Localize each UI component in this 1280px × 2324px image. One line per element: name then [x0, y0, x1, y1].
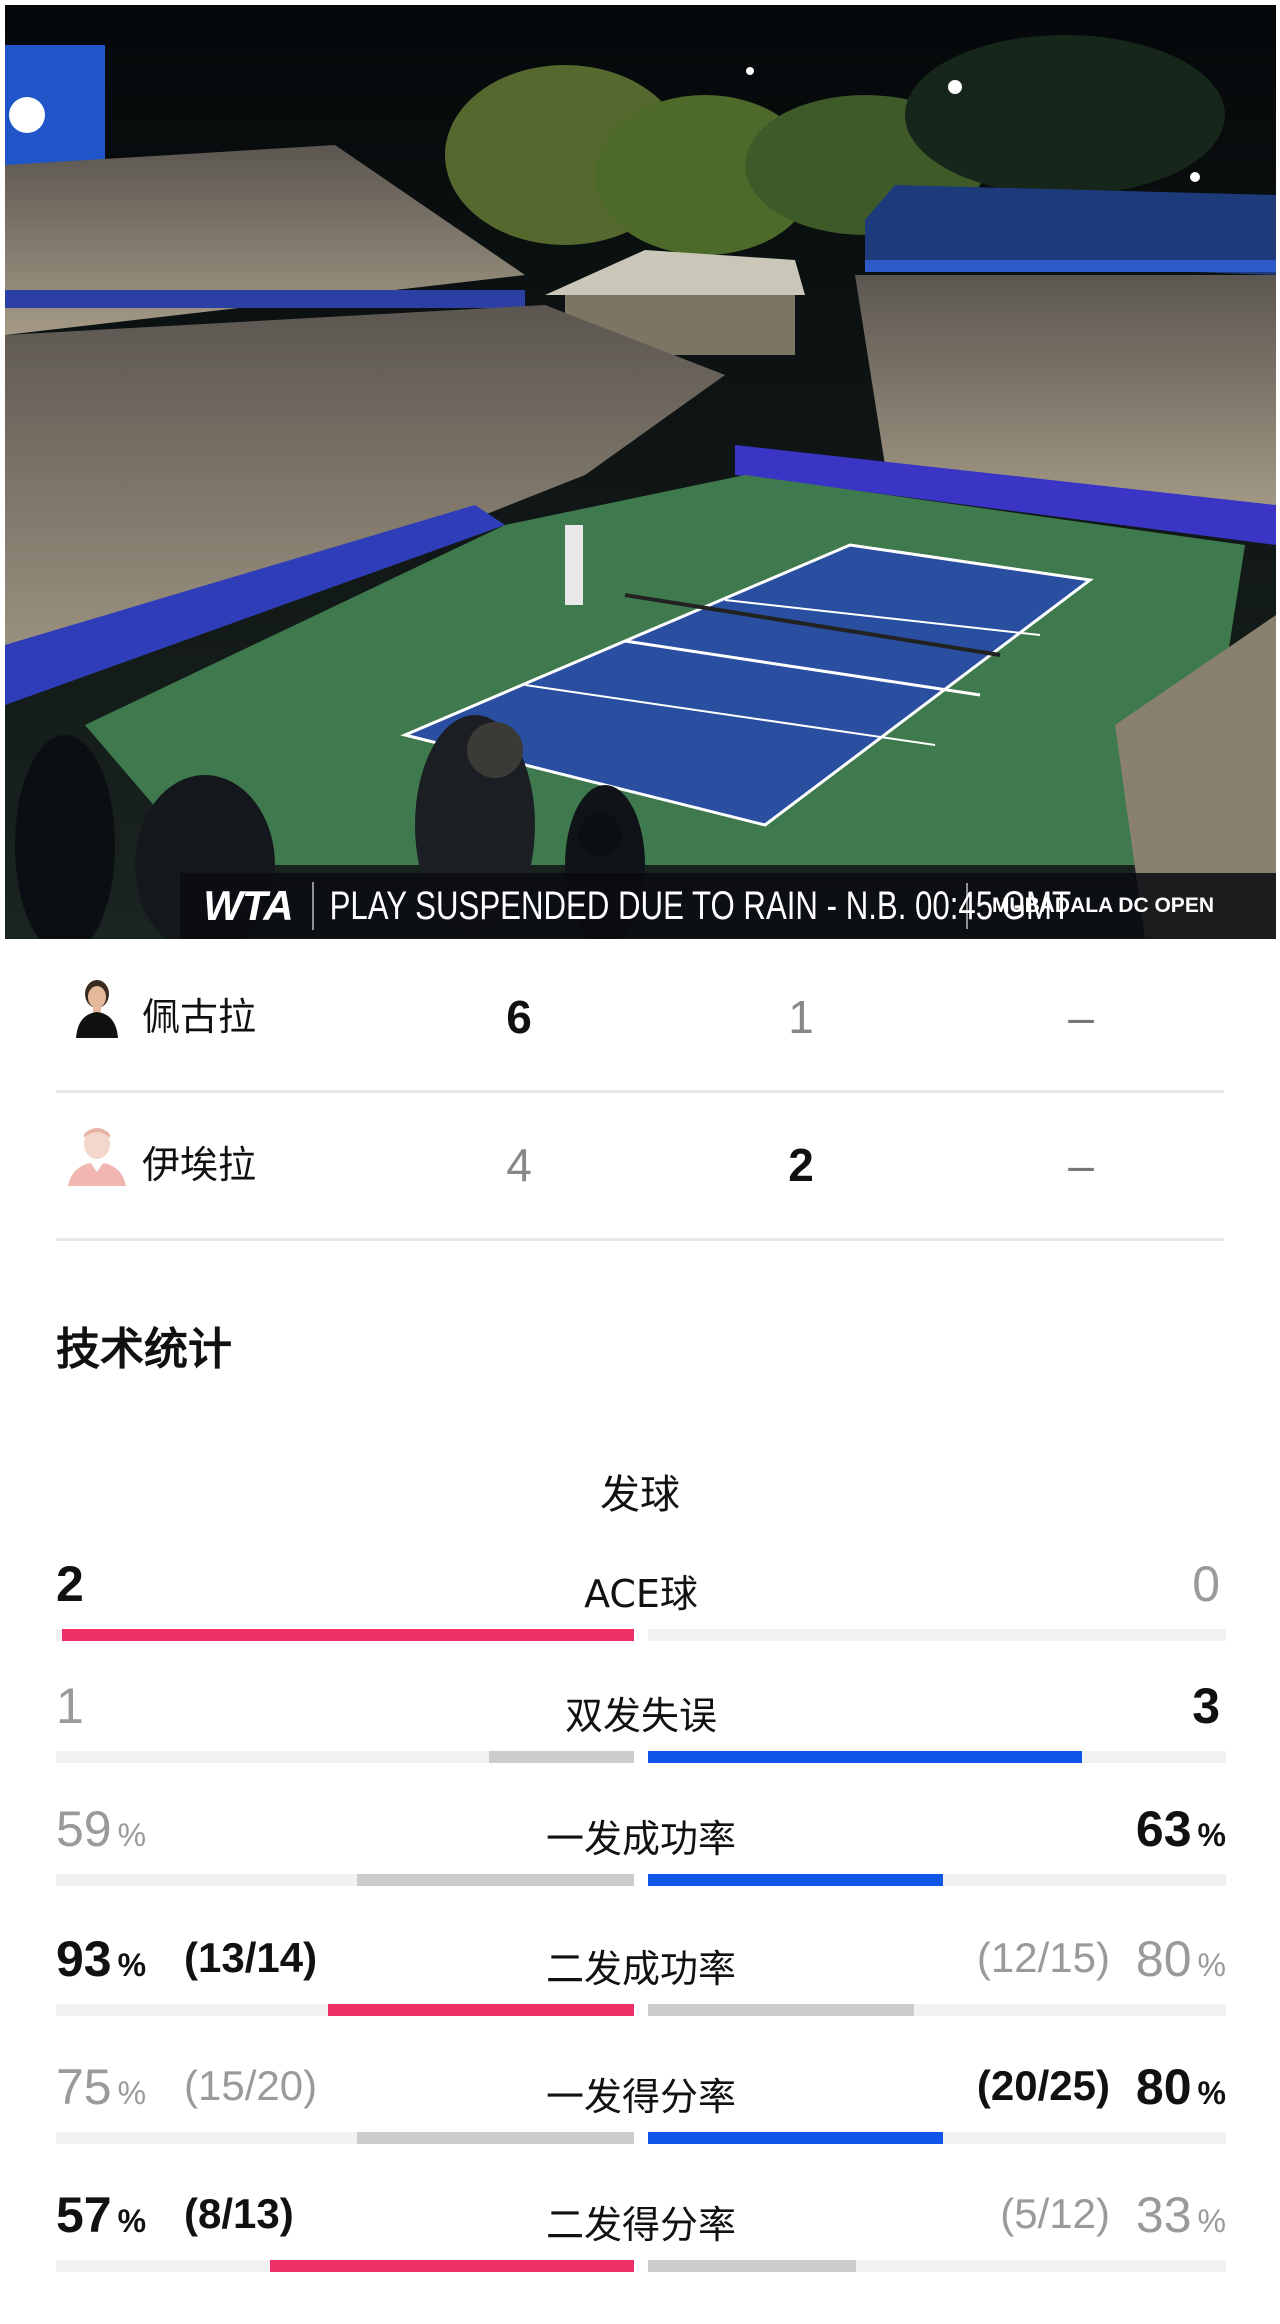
right-bar-track	[648, 2132, 1226, 2144]
right-percent-sign: %	[1197, 2203, 1226, 2239]
stat-row: 59% 一发成功率 63%	[56, 1800, 1226, 1900]
set-1-score: 6	[506, 991, 532, 1043]
right-bar-fill	[648, 2132, 943, 2144]
left-bar-track	[56, 2132, 634, 2144]
player-photo-icon	[64, 972, 130, 1038]
set-2-score: 1	[788, 991, 814, 1043]
right-percent-sign: %	[1197, 1817, 1226, 1853]
right-number: 80	[1135, 2059, 1192, 2115]
wta-logo: WTA	[198, 882, 314, 930]
left-bar-fill	[270, 2260, 634, 2272]
right-value: 0	[1192, 1555, 1226, 1613]
right-value: 80%	[1136, 2058, 1226, 2116]
stat-row: 1 双发失误 3	[56, 1677, 1226, 1777]
stat-row: 75% (15/20) 一发得分率 (20/25) 80%	[56, 2058, 1226, 2158]
left-bar-fill	[357, 2132, 634, 2144]
set-2-score: 2	[788, 1139, 814, 1191]
stat-row: 57% (8/13) 二发得分率 (5/12) 33%	[56, 2186, 1226, 2286]
left-bar-track	[56, 2004, 634, 2016]
left-bar-track	[56, 1874, 634, 1886]
stat-row: 93% (13/14) 二发成功率 (12/15) 80%	[56, 1930, 1226, 2030]
stat-row: 2 ACE球 0	[56, 1555, 1226, 1655]
tournament-name: MUBADALA DC OPEN	[965, 883, 1214, 929]
stat-label: 一发成功率	[545, 1817, 736, 1861]
right-bar-track	[648, 1751, 1226, 1763]
left-bar-track	[56, 2260, 634, 2272]
right-bar-fill	[648, 2260, 856, 2272]
player-placeholder-icon	[64, 1120, 130, 1186]
set-3-score: –	[1068, 991, 1094, 1043]
right-value: 3	[1192, 1677, 1226, 1735]
score-row-player-1[interactable]: 佩古拉 6 1 –	[56, 942, 1224, 1093]
right-fraction: (12/15)	[976, 1934, 1110, 1981]
right-bar-track	[648, 1629, 1226, 1641]
score-row-player-2[interactable]: 伊埃拉 4 2 –	[56, 1090, 1224, 1241]
right-value: 33%	[1136, 2186, 1226, 2244]
left-bar-fill	[357, 1874, 634, 1886]
right-value: 80%	[1136, 1930, 1226, 1988]
broadcast-ticker: WTA PLAY SUSPENDED DUE TO RAIN - N.B. 00…	[180, 873, 1276, 939]
stats-section-title: 技术统计	[56, 1324, 232, 1375]
right-fraction: (20/25)	[976, 2062, 1110, 2109]
right-number: 33	[1135, 2187, 1192, 2243]
left-bar-fill	[328, 2004, 634, 2016]
serve-subsection-title: 发球	[600, 1472, 680, 1518]
match-photo: WTA PLAY SUSPENDED DUE TO RAIN - N.B. 00…	[5, 5, 1276, 939]
right-number: 0	[1192, 1556, 1220, 1612]
left-bar-fill	[489, 1751, 634, 1763]
right-value: 63%	[1136, 1800, 1226, 1858]
right-bar-track	[648, 2260, 1226, 2272]
right-bar-track	[648, 2004, 1226, 2016]
right-percent-sign: %	[1197, 2075, 1226, 2111]
ticker-message: PLAY SUSPENDED DUE TO RAIN - N.B. 00:45 …	[329, 883, 1072, 928]
right-bar-fill	[648, 2004, 914, 2016]
stat-label: ACE球	[584, 1572, 698, 1616]
player-name: 佩古拉	[142, 995, 257, 1039]
right-bar-fill	[648, 1751, 1082, 1763]
left-bar-track	[56, 1751, 634, 1763]
right-fraction: (5/12)	[1000, 2190, 1110, 2237]
set-1-score: 4	[506, 1139, 532, 1191]
player-name: 伊埃拉	[142, 1143, 257, 1187]
left-bar-track	[56, 1629, 634, 1641]
right-number: 63	[1135, 1801, 1192, 1857]
right-percent-sign: %	[1197, 1947, 1226, 1983]
left-bar-fill	[62, 1629, 634, 1641]
stat-label: 双发失误	[564, 1694, 717, 1738]
right-bar-fill	[648, 1874, 943, 1886]
right-number: 3	[1192, 1678, 1220, 1734]
right-bar-track	[648, 1874, 1226, 1886]
stadium-illustration	[5, 5, 1276, 939]
set-3-score: –	[1068, 1139, 1094, 1191]
right-number: 80	[1135, 1931, 1192, 1987]
